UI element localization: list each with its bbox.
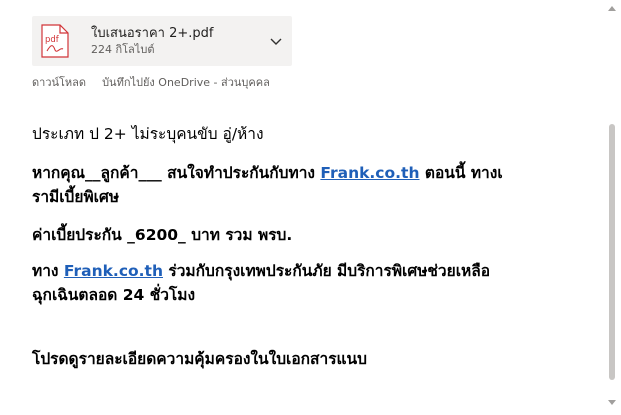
message-line-1: ประเภท ป 2+ ไม่ระบุคนขับ อู่/ห้าง (32, 125, 264, 143)
chevron-down-icon[interactable] (268, 33, 284, 49)
scrollbar[interactable] (604, 0, 621, 415)
message-line-6: ฉุกเฉินตลอด 24 ชั่วโมง (32, 286, 196, 304)
message-line-4: ค่าเบี้ยประกัน _6200_ บาท รวม พรบ. (32, 226, 293, 244)
pdf-icon-label: pdf (45, 35, 60, 45)
scroll-down-arrow-icon[interactable] (608, 400, 616, 406)
pdf-file-icon: pdf (41, 24, 69, 58)
attachment-card[interactable]: pdf ใบเสนอราคา 2+.pdf 224 กิโลไบต์ (32, 16, 292, 66)
download-link[interactable]: ดาวน์โหลด (32, 73, 86, 91)
frank-link-2[interactable]: Frank.co.th (64, 262, 163, 280)
attachment-size: 224 กิโลไบต์ (91, 43, 155, 56)
message-line-5: ทาง Frank.co.th ร่วมกับกรุงเทพประกันภัย … (32, 262, 491, 280)
frank-link-1[interactable]: Frank.co.th (320, 164, 419, 182)
scroll-up-arrow-icon[interactable] (608, 5, 616, 11)
attachment-actions: ดาวน์โหลด บันทึกไปยัง OneDrive - ส่วนบุค… (32, 73, 270, 91)
message-line-2: หากคุณ__ลูกค้า___ สนใจทำประกันกับทาง Fra… (32, 164, 503, 182)
save-to-onedrive-link[interactable]: บันทึกไปยัง OneDrive - ส่วนบุคคล (102, 73, 270, 91)
message-line-3: รามีเบี้ยพิเศษ (32, 188, 120, 206)
scrollbar-thumb[interactable] (609, 124, 615, 380)
attachment-filename[interactable]: ใบเสนอราคา 2+.pdf (91, 26, 213, 42)
message-line-7: โปรดดูรายละเอียดความคุ้มครองในใบเอกสารแน… (32, 350, 367, 368)
